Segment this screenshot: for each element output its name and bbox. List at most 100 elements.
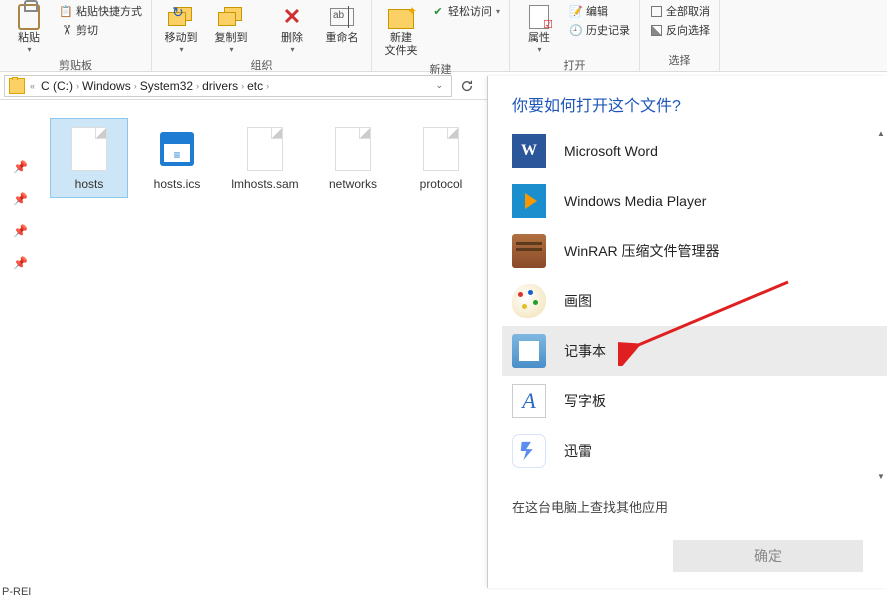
file-item[interactable]: networks [314, 118, 392, 198]
winrar-icon [512, 234, 546, 268]
app-item[interactable]: 画图 [502, 276, 887, 326]
pin-icon[interactable]: 📌 [13, 192, 27, 206]
copy-icon [218, 4, 244, 30]
refresh-icon [460, 79, 474, 93]
ribbon-group-new: 新建 文件夹 ✔轻松访问▾ 新建 [372, 0, 510, 71]
selectall-icon [649, 4, 663, 18]
file-item[interactable]: lmhosts.sam [226, 118, 304, 198]
file-item[interactable]: protocol [402, 118, 480, 198]
find-more-apps-link[interactable]: 在这台电脑上查找其他应用 [488, 483, 887, 530]
quick-access-pins: 📌 📌 📌 📌 [0, 100, 40, 600]
file-label: networks [329, 177, 377, 191]
group-label: 打开 [564, 56, 586, 74]
group-label: 剪贴板 [59, 56, 92, 74]
properties-icon [526, 4, 552, 30]
move-icon: ↻ [168, 4, 194, 30]
app-label: 记事本 [564, 341, 606, 361]
group-label: 组织 [251, 56, 273, 74]
file-icon [244, 125, 286, 173]
rename-button[interactable]: 重命名 [319, 2, 365, 47]
file-label: protocol [420, 177, 463, 191]
app-label: WinRAR 压缩文件管理器 [564, 241, 720, 261]
app-item[interactable]: WinRAR 压缩文件管理器 [502, 226, 887, 276]
file-item[interactable]: hosts [50, 118, 128, 198]
chevron-right-icon: › [196, 81, 199, 91]
pin-icon[interactable]: 📌 [13, 160, 27, 174]
delete-button[interactable]: ✕ 删除▾ [269, 2, 315, 56]
new-folder-button[interactable]: 新建 文件夹 [378, 2, 424, 60]
folder-icon [9, 78, 25, 94]
app-label: Microsoft Word [564, 143, 658, 159]
app-label: Windows Media Player [564, 193, 706, 209]
app-item[interactable]: 记事本 [502, 326, 887, 376]
file-label: hosts [75, 177, 104, 191]
history-button[interactable]: 🕘历史记录 [566, 21, 633, 39]
rename-icon [329, 4, 355, 30]
ribbon-group-clipboard: 粘贴 ▾ 📋粘贴快捷方式 ✂剪切 剪贴板 [0, 0, 152, 71]
app-label: 写字板 [564, 391, 606, 411]
app-item[interactable]: W Microsoft Word [502, 126, 887, 176]
address-box[interactable]: « C (C:)›Windows›System32›drivers›etc› ⌄ [4, 75, 452, 97]
select-all-button[interactable]: 全部取消 [646, 2, 713, 20]
chevron-right-icon: › [266, 81, 269, 91]
easy-access-button[interactable]: ✔轻松访问▾ [428, 2, 503, 20]
app-item[interactable]: A 写字板 [502, 376, 887, 426]
pin-icon[interactable]: 📌 [13, 224, 27, 238]
address-dropdown[interactable]: ⌄ [431, 78, 447, 93]
breadcrumb-segment[interactable]: C (C:) [41, 79, 73, 93]
wordpad-icon: A [512, 384, 546, 418]
file-item[interactable]: hosts.ics [138, 118, 216, 198]
app-label: 迅雷 [564, 441, 592, 461]
open-with-dialog: 你要如何打开这个文件? W Microsoft Word Windows Media… [487, 76, 887, 588]
scissors-icon: ✂ [59, 23, 73, 37]
checkmark-icon: ✔ [431, 4, 445, 18]
edit-button[interactable]: 📝编辑 [566, 2, 633, 20]
paint-icon [512, 284, 546, 318]
ribbon-group-open: 属性▾ 📝编辑 🕘历史记录 打开 [510, 0, 640, 71]
breadcrumb: C (C:)›Windows›System32›drivers›etc› [41, 79, 269, 93]
chevron-right-icon: › [241, 81, 244, 91]
app-label: 画图 [564, 291, 592, 311]
history-icon: 🕘 [569, 23, 583, 37]
file-icon [156, 125, 198, 173]
breadcrumb-segment[interactable]: Windows [82, 79, 131, 93]
chevron-right-icon: › [134, 81, 137, 91]
breadcrumb-segment[interactable]: drivers [202, 79, 238, 93]
properties-button[interactable]: 属性▾ [516, 2, 562, 56]
clipboard-icon [16, 4, 42, 30]
breadcrumb-segment[interactable]: System32 [140, 79, 193, 93]
status-text: P-REI [2, 586, 31, 598]
delete-icon: ✕ [279, 4, 305, 30]
shortcut-icon: 📋 [59, 4, 73, 18]
ribbon-group-select: 全部取消 反向选择 选择 [640, 0, 720, 71]
app-item[interactable]: Windows Media Player [502, 176, 887, 226]
paste-shortcut-button[interactable]: 📋粘贴快捷方式 [56, 2, 145, 20]
paste-button[interactable]: 粘贴 ▾ [6, 2, 52, 56]
edit-icon: 📝 [569, 4, 583, 18]
file-icon [332, 125, 374, 173]
ribbon: 粘贴 ▾ 📋粘贴快捷方式 ✂剪切 剪贴板 ↻ 移动到▾ 复制到▾ ✕ 删除▾ [0, 0, 887, 72]
file-icon [420, 125, 462, 173]
copy-to-button[interactable]: 复制到▾ [208, 2, 254, 56]
pin-icon[interactable]: 📌 [13, 256, 27, 270]
scrollbar[interactable]: ▲ ▼ [875, 126, 887, 483]
dialog-title: 你要如何打开这个文件? [488, 76, 887, 126]
xunlei-icon [512, 434, 546, 468]
scroll-up-button[interactable]: ▲ [875, 126, 887, 140]
move-to-button[interactable]: ↻ 移动到▾ [158, 2, 204, 56]
group-label: 选择 [669, 51, 691, 69]
breadcrumb-segment[interactable]: etc [247, 79, 263, 93]
cut-button[interactable]: ✂剪切 [56, 21, 145, 39]
app-item[interactable]: 迅雷 [502, 426, 887, 476]
scroll-down-button[interactable]: ▼ [875, 469, 887, 483]
app-list[interactable]: W Microsoft Word Windows Media Player WinRA… [488, 126, 887, 483]
file-label: lmhosts.sam [231, 177, 298, 191]
word-icon: W [512, 134, 546, 168]
file-label: hosts.ics [154, 177, 201, 191]
wmp-icon [512, 184, 546, 218]
invert-selection-button[interactable]: 反向选择 [646, 21, 713, 39]
refresh-button[interactable] [456, 75, 478, 97]
ok-button[interactable]: 确定 [673, 540, 863, 572]
chevron-right-icon: › [76, 81, 79, 91]
invert-icon [649, 23, 663, 37]
